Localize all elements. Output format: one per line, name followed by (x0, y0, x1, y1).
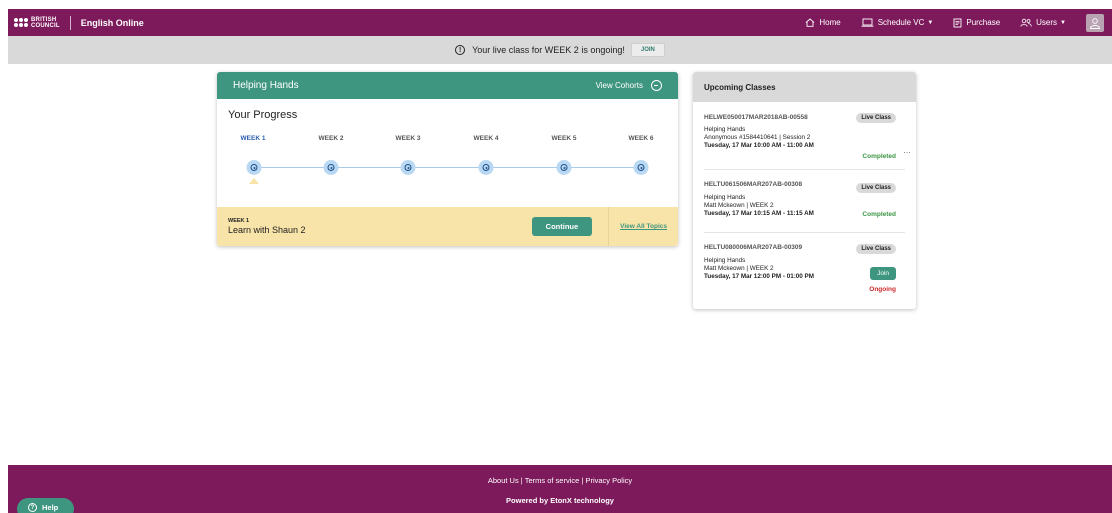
privacy-link[interactable]: Privacy Policy (585, 476, 632, 485)
footer-separator: | (581, 476, 584, 485)
class-id: HELWE050017MAR2018AB-00558 (704, 114, 808, 121)
logo-dots-icon (14, 18, 28, 27)
about-us-link[interactable]: About Us (488, 476, 519, 485)
home-icon (806, 18, 815, 27)
class-course: Helping Hands (704, 126, 746, 133)
class-course: Helping Hands (704, 257, 746, 264)
help-label: Help (42, 503, 59, 512)
live-class-badge: Live Class (856, 244, 896, 254)
current-topic-bar: WEEK 1 Learn with Shaun 2 Continue View … (217, 207, 678, 246)
target-icon (482, 164, 490, 171)
logo-wordmark: BRITISH COUNCIL (31, 17, 60, 29)
logo-divider (69, 15, 71, 30)
chevron-down-icon: ▼ (927, 19, 934, 26)
week-node-3[interactable] (400, 160, 416, 175)
users-icon (1020, 18, 1032, 27)
week-node-2[interactable] (323, 160, 339, 175)
progress-title: Your Progress (228, 109, 298, 121)
footer-links: About Us | Terms of service | Privacy Po… (8, 476, 1112, 485)
notice-join-button[interactable]: JOIN (630, 43, 665, 57)
nav-home[interactable]: Home (805, 18, 841, 27)
week-node-4[interactable] (478, 160, 494, 175)
class-description: Matt Mckeown | WEEK 2 (704, 202, 774, 209)
notice-text: Your live class for WEEK 2 is ongoing! (472, 45, 625, 55)
collapse-icon (651, 80, 662, 91)
week-node-6[interactable] (633, 160, 649, 175)
live-class-notice: ! Your live class for WEEK 2 is ongoing!… (8, 36, 1112, 64)
nav-schedule-label: Schedule VC (877, 18, 925, 27)
progress-card: Helping Hands View Cohorts Your Progress… (217, 72, 678, 246)
topic-name: Learn with Shaun 2 (228, 225, 306, 235)
class-join-button[interactable]: Join (870, 267, 896, 280)
footer: About Us | Terms of service | Privacy Po… (8, 465, 1112, 513)
receipt-icon (953, 18, 962, 27)
app-name[interactable]: English Online (81, 18, 144, 28)
chevron-down-icon: ▼ (1060, 19, 1066, 26)
target-icon (327, 164, 335, 171)
week-labels: WEEK 1 WEEK 2 WEEK 3 WEEK 4 WEEK 5 WEEK … (217, 135, 678, 155)
top-navbar: BRITISH COUNCIL English Online Home Sche… (8, 9, 1112, 36)
class-description: Anonymous #1584410641 | Session 2 (704, 134, 811, 141)
week-node-1[interactable] (246, 160, 262, 175)
footer-separator: | (520, 476, 523, 485)
nav-users[interactable]: Users ▼ (1020, 18, 1066, 27)
current-topic: WEEK 1 Learn with Shaun 2 (217, 218, 306, 235)
nav-purchase-label: Purchase (966, 18, 1001, 27)
nav-menu: Home Schedule VC ▼ Purchase Users ▼ (805, 9, 1112, 36)
info-icon: ! (455, 45, 466, 55)
user-icon (1090, 17, 1100, 29)
status-completed: Completed (862, 211, 896, 218)
status-completed: Completed (862, 153, 896, 160)
tab-week-6[interactable]: WEEK 6 (629, 135, 654, 142)
more-options-icon[interactable]: … (903, 146, 911, 155)
active-week-pointer (249, 178, 259, 184)
week-progress-track (217, 155, 678, 184)
powered-by-text: Powered by EtonX technology (506, 496, 614, 505)
tab-week-3[interactable]: WEEK 3 (396, 135, 421, 142)
view-all-topics-link[interactable]: View All Topics (609, 223, 678, 230)
logo-text-line1: BRITISH (31, 16, 57, 23)
status-ongoing: Ongoing (869, 286, 896, 293)
terms-link[interactable]: Terms of service (525, 476, 580, 485)
class-item-2[interactable]: HELTU061506MAR207AB-00308 Live Class Hel… (704, 170, 905, 233)
view-cohorts-label: View Cohorts (595, 81, 643, 90)
class-id: HELTU061506MAR207AB-00308 (704, 181, 803, 188)
tab-week-1[interactable]: WEEK 1 (241, 135, 266, 142)
live-class-badge: Live Class (856, 183, 896, 193)
laptop-icon (861, 18, 874, 27)
class-item-3[interactable]: HELTU080006MAR207AB-00309 Live Class Hel… (704, 233, 905, 303)
tab-week-4[interactable]: WEEK 4 (474, 135, 499, 142)
class-item-1[interactable]: HELWE050017MAR2018AB-00558 Live Class He… (704, 102, 911, 170)
view-cohorts-button[interactable]: View Cohorts (596, 80, 662, 91)
cohort-name: Helping Hands (233, 80, 299, 91)
class-id: HELTU080006MAR207AB-00309 (704, 244, 803, 251)
cohort-header: Helping Hands View Cohorts (217, 72, 678, 99)
upcoming-classes-title: Upcoming Classes (693, 72, 916, 102)
target-icon (250, 164, 258, 171)
nav-schedule-vc[interactable]: Schedule VC ▼ (861, 18, 934, 27)
target-icon (637, 164, 645, 171)
continue-button[interactable]: Continue (531, 217, 593, 236)
nav-purchase[interactable]: Purchase (953, 18, 1000, 28)
nav-home-label: Home (819, 18, 841, 27)
british-council-logo[interactable]: BRITISH COUNCIL (14, 9, 60, 36)
question-icon: ? (28, 503, 37, 512)
help-button[interactable]: ? Help (17, 498, 74, 513)
tab-week-5[interactable]: WEEK 5 (552, 135, 577, 142)
tab-week-2[interactable]: WEEK 2 (319, 135, 344, 142)
upcoming-classes-panel: Upcoming Classes HELWE050017MAR2018AB-00… (693, 72, 916, 309)
topic-week-label: WEEK 1 (228, 218, 250, 224)
class-time: Tuesday, 17 Mar 10:00 AM - 11:00 AM (704, 142, 814, 149)
logo-text-line2: COUNCIL (31, 22, 60, 29)
week-node-5[interactable] (556, 160, 572, 175)
progress-line (254, 167, 642, 168)
live-class-badge: Live Class (856, 113, 896, 123)
class-course: Helping Hands (704, 194, 746, 201)
target-icon (404, 164, 412, 171)
user-avatar[interactable] (1086, 13, 1104, 32)
target-icon (560, 164, 568, 171)
nav-users-label: Users (1036, 18, 1058, 27)
